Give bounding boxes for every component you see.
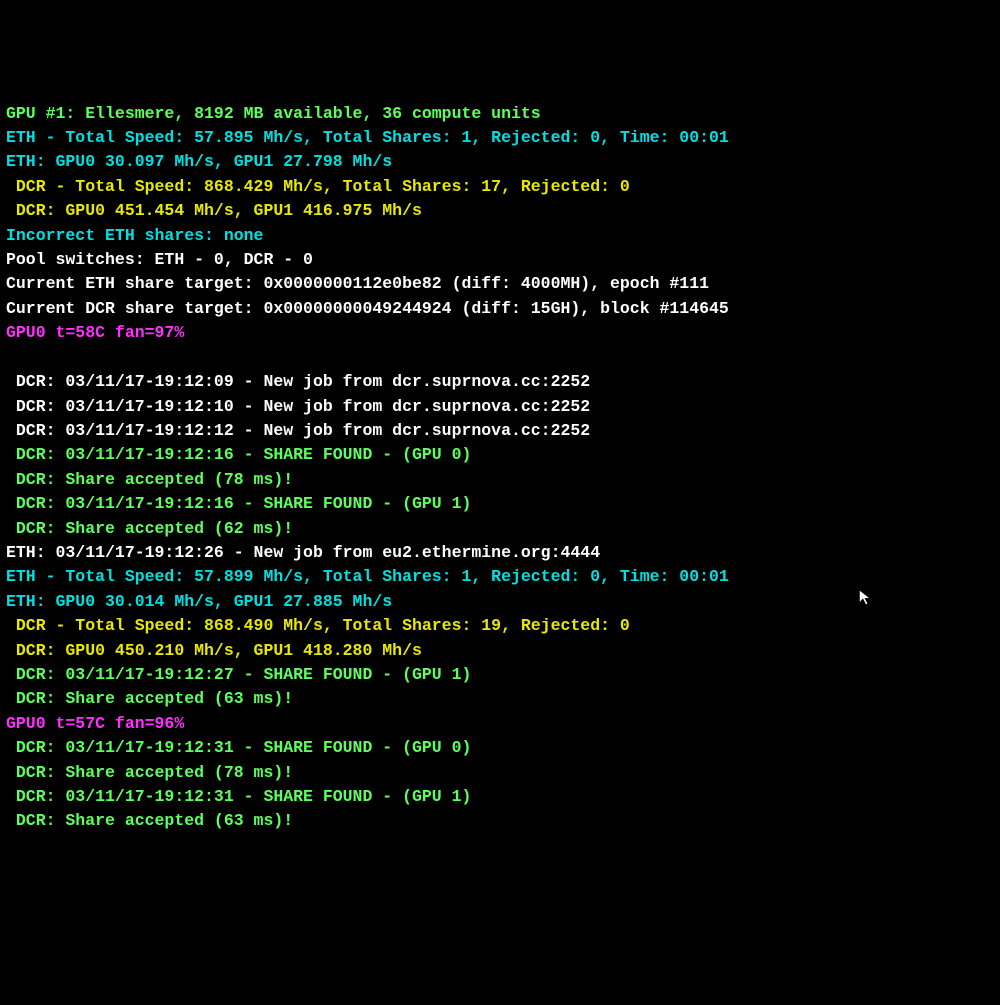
terminal-text bbox=[6, 348, 16, 367]
terminal-line: DCR - Total Speed: 868.429 Mh/s, Total S… bbox=[6, 175, 994, 199]
terminal-text: ETH - Total Speed: 57.895 Mh/s, Total Sh… bbox=[6, 128, 729, 147]
terminal-line: Incorrect ETH shares: none bbox=[6, 224, 994, 248]
terminal-text: Current DCR share target: 0x000000000492… bbox=[6, 299, 729, 318]
terminal-text: DCR - Total Speed: 868.490 Mh/s, Total S… bbox=[6, 616, 630, 635]
terminal-text: ETH: GPU0 30.097 Mh/s, GPU1 27.798 Mh/s bbox=[6, 152, 392, 171]
terminal-text: DCR: Share accepted (78 ms)! bbox=[6, 763, 293, 782]
terminal-line: ETH: 03/11/17-19:12:26 - New job from eu… bbox=[6, 541, 994, 565]
terminal-line: DCR: Share accepted (63 ms)! bbox=[6, 687, 994, 711]
terminal-text: ETH: GPU0 30.014 Mh/s, GPU1 27.885 Mh/s bbox=[6, 592, 392, 611]
terminal-text: GPU0 t=58C fan=97% bbox=[6, 323, 184, 342]
terminal-text: DCR - Total Speed: 868.429 Mh/s, Total S… bbox=[6, 177, 630, 196]
terminal-line: DCR: Share accepted (63 ms)! bbox=[6, 809, 994, 833]
terminal-line: ETH: GPU0 30.014 Mh/s, GPU1 27.885 Mh/s bbox=[6, 590, 994, 614]
terminal-text: DCR: Share accepted (62 ms)! bbox=[6, 519, 293, 538]
terminal-line: GPU0 t=57C fan=96% bbox=[6, 712, 994, 736]
terminal-output: GPU #1: Ellesmere, 8192 MB available, 36… bbox=[6, 102, 994, 834]
terminal-text: GPU0 t=57C fan=96% bbox=[6, 714, 184, 733]
terminal-line: ETH: GPU0 30.097 Mh/s, GPU1 27.798 Mh/s bbox=[6, 150, 994, 174]
terminal-line: DCR: 03/11/17-19:12:31 - SHARE FOUND - (… bbox=[6, 785, 994, 809]
terminal-text: DCR: 03/11/17-19:12:10 - New job from dc… bbox=[6, 397, 590, 416]
terminal-text: DCR: 03/11/17-19:12:31 - SHARE FOUND - (… bbox=[6, 787, 471, 806]
terminal-line: DCR: 03/11/17-19:12:09 - New job from dc… bbox=[6, 370, 994, 394]
terminal-text: DCR: 03/11/17-19:12:31 - SHARE FOUND - (… bbox=[6, 738, 471, 757]
terminal-text: ETH: 03/11/17-19:12:26 - New job from eu… bbox=[6, 543, 600, 562]
terminal-text: DCR: 03/11/17-19:12:12 - New job from dc… bbox=[6, 421, 590, 440]
terminal-line: DCR: Share accepted (78 ms)! bbox=[6, 468, 994, 492]
terminal-text: DCR: Share accepted (78 ms)! bbox=[6, 470, 293, 489]
terminal-line: GPU #1: Ellesmere, 8192 MB available, 36… bbox=[6, 102, 994, 126]
terminal-text: ETH - Total Speed: 57.899 Mh/s, Total Sh… bbox=[6, 567, 729, 586]
terminal-line: DCR - Total Speed: 868.490 Mh/s, Total S… bbox=[6, 614, 994, 638]
terminal-text: DCR: 03/11/17-19:12:16 - SHARE FOUND - (… bbox=[6, 494, 471, 513]
terminal-line bbox=[6, 346, 994, 370]
terminal-line: Current DCR share target: 0x000000000492… bbox=[6, 297, 994, 321]
terminal-line: DCR: GPU0 450.210 Mh/s, GPU1 418.280 Mh/… bbox=[6, 639, 994, 663]
terminal-line: Current ETH share target: 0x0000000112e0… bbox=[6, 272, 994, 296]
terminal-line: DCR: 03/11/17-19:12:31 - SHARE FOUND - (… bbox=[6, 736, 994, 760]
terminal-line: DCR: 03/11/17-19:12:27 - SHARE FOUND - (… bbox=[6, 663, 994, 687]
terminal-text: Current ETH share target: 0x0000000112e0… bbox=[6, 274, 709, 293]
terminal-text: DCR: Share accepted (63 ms)! bbox=[6, 689, 293, 708]
terminal-line: DCR: 03/11/17-19:12:16 - SHARE FOUND - (… bbox=[6, 492, 994, 516]
terminal-text: Incorrect ETH shares: none bbox=[6, 226, 263, 245]
terminal-text: DCR: 03/11/17-19:12:27 - SHARE FOUND - (… bbox=[6, 665, 471, 684]
terminal-line: GPU0 t=58C fan=97% bbox=[6, 321, 994, 345]
terminal-text: DCR: 03/11/17-19:12:16 - SHARE FOUND - (… bbox=[6, 445, 471, 464]
terminal-line: DCR: Share accepted (62 ms)! bbox=[6, 517, 994, 541]
terminal-line: ETH - Total Speed: 57.899 Mh/s, Total Sh… bbox=[6, 565, 994, 589]
terminal-text: DCR: 03/11/17-19:12:09 - New job from dc… bbox=[6, 372, 590, 391]
terminal-line: Pool switches: ETH - 0, DCR - 0 bbox=[6, 248, 994, 272]
terminal-line: DCR: 03/11/17-19:12:12 - New job from dc… bbox=[6, 419, 994, 443]
terminal-text: Pool switches: ETH - 0, DCR - 0 bbox=[6, 250, 313, 269]
terminal-text: DCR: GPU0 451.454 Mh/s, GPU1 416.975 Mh/… bbox=[6, 201, 422, 220]
terminal-text: DCR: GPU0 450.210 Mh/s, GPU1 418.280 Mh/… bbox=[6, 641, 422, 660]
terminal-line: DCR: GPU0 451.454 Mh/s, GPU1 416.975 Mh/… bbox=[6, 199, 994, 223]
terminal-line: DCR: 03/11/17-19:12:10 - New job from dc… bbox=[6, 395, 994, 419]
terminal-text: GPU #1: Ellesmere, 8192 MB available, 36… bbox=[6, 104, 541, 123]
terminal-text: DCR: Share accepted (63 ms)! bbox=[6, 811, 293, 830]
terminal-line: ETH - Total Speed: 57.895 Mh/s, Total Sh… bbox=[6, 126, 994, 150]
terminal-line: DCR: 03/11/17-19:12:16 - SHARE FOUND - (… bbox=[6, 443, 994, 467]
